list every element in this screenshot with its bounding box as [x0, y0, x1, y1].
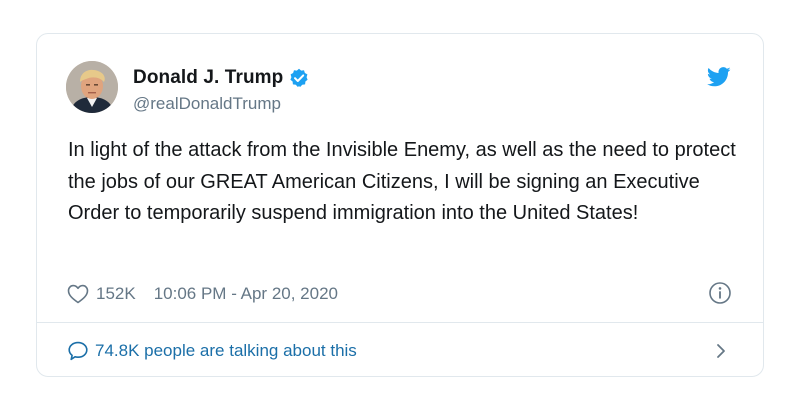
tweet-embed-card: Donald J. Trump @realDonaldTrump In ligh…	[36, 33, 764, 377]
speech-bubble-icon	[67, 341, 89, 361]
info-icon[interactable]	[708, 281, 732, 305]
tweet-text: In light of the attack from the Invisibl…	[68, 139, 736, 224]
author-name-row: Donald J. Trump	[133, 66, 309, 90]
tweet-timestamp[interactable]: 10:06 PM - Apr 20, 2020	[154, 284, 338, 304]
chevron-right-icon[interactable]	[715, 342, 727, 360]
avatar[interactable]	[66, 61, 118, 113]
conversation-link[interactable]: 74.8K people are talking about this	[37, 323, 763, 376]
twitter-bird-icon[interactable]	[706, 67, 731, 87]
heart-icon[interactable]	[67, 284, 89, 304]
conversation-label[interactable]: 74.8K people are talking about this	[95, 341, 357, 361]
tweet-meta-row: 152K 10:06 PM - Apr 20, 2020	[67, 282, 338, 306]
avatar-image	[66, 61, 118, 113]
author-handle[interactable]: @realDonaldTrump	[133, 94, 281, 114]
verified-badge-icon	[289, 68, 309, 88]
author-name[interactable]: Donald J. Trump	[133, 67, 283, 89]
like-count[interactable]: 152K	[96, 284, 136, 304]
